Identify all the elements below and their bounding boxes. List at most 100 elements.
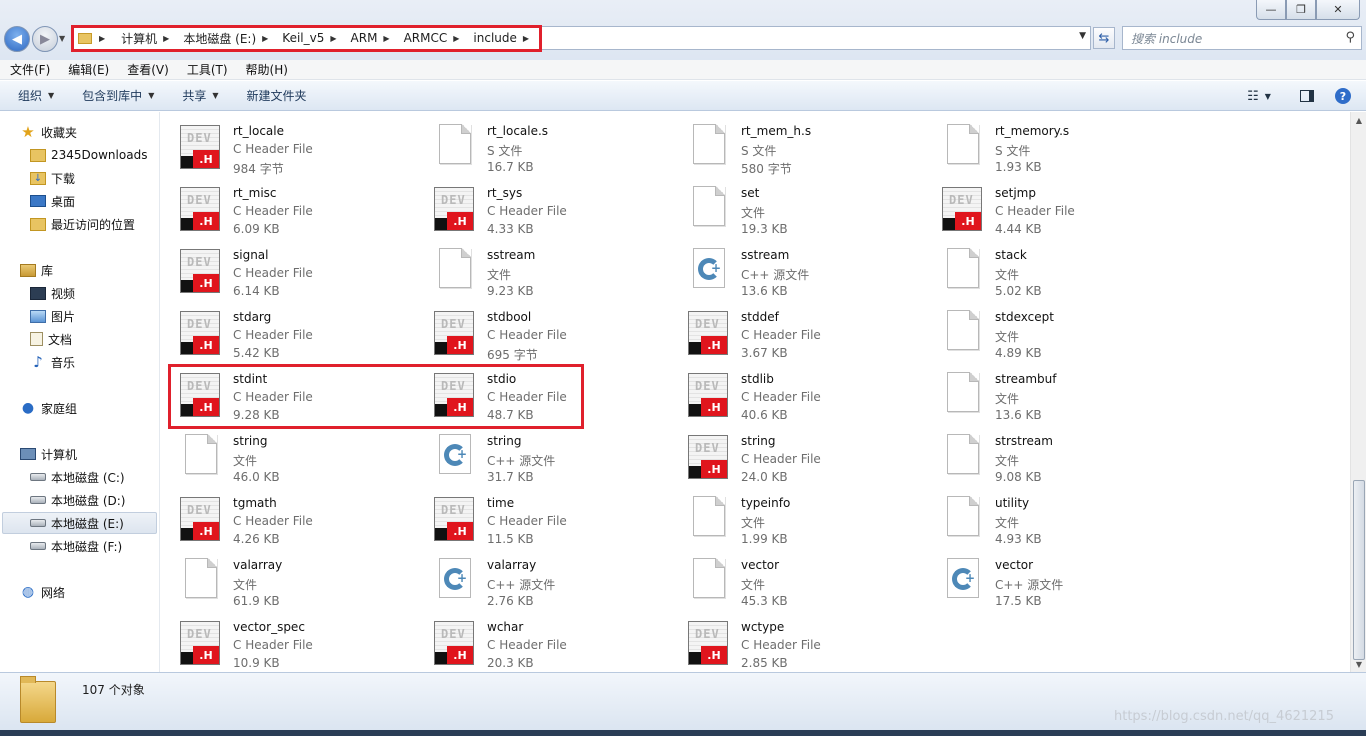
nav-pictures[interactable]: 图片 bbox=[30, 305, 75, 327]
breadcrumb-item[interactable]: ARMCC bbox=[401, 27, 451, 49]
file-item[interactable]: + string C++ 源文件 31.7 KB bbox=[419, 426, 673, 488]
nav-downloads[interactable]: ↓ 下载 bbox=[30, 167, 75, 189]
file-item[interactable]: DEV .H rt_sys C Header File 4.33 KB bbox=[419, 178, 673, 240]
menu-help[interactable]: 帮助(H) bbox=[236, 61, 296, 78]
file-item[interactable]: streambuf 文件 13.6 KB bbox=[927, 364, 1181, 426]
nav-music[interactable]: ♪ 音乐 bbox=[30, 351, 75, 373]
file-item[interactable]: DEV .H stdint C Header File 9.28 KB bbox=[165, 364, 419, 426]
refresh-button[interactable]: ⇆ bbox=[1093, 27, 1115, 49]
nav-network[interactable]: ◍ 网络 bbox=[20, 581, 65, 603]
menu-tools[interactable]: 工具(T) bbox=[177, 61, 236, 78]
back-button[interactable]: ◀ bbox=[4, 26, 30, 52]
file-item[interactable]: utility 文件 4.93 KB bbox=[927, 488, 1181, 550]
music-icon: ♪ bbox=[33, 353, 43, 371]
breadcrumb-root-arrow[interactable]: ▶ bbox=[96, 27, 118, 49]
breadcrumb-item[interactable]: ARM bbox=[348, 27, 381, 49]
file-item[interactable]: DEV .H vector_spec C Header File 10.9 KB bbox=[165, 612, 419, 672]
file-item[interactable]: DEV .H stdarg C Header File 5.42 KB bbox=[165, 302, 419, 364]
search-box[interactable]: 搜索 include ⚲ bbox=[1122, 26, 1362, 50]
file-type: 文件 bbox=[487, 268, 512, 282]
file-item[interactable]: DEV .H string C Header File 24.0 KB bbox=[673, 426, 927, 488]
address-dropdown[interactable]: ▼ bbox=[1079, 31, 1086, 41]
file-size: 11.5 KB bbox=[487, 532, 534, 546]
menu-file[interactable]: 文件(F) bbox=[0, 61, 58, 78]
nav-libraries[interactable]: 库 bbox=[20, 259, 53, 281]
address-bar[interactable]: ▶ 计算机 ▶ 本地磁盘 (E:) ▶ Keil_v5 ▶ ARM ▶ ARMC… bbox=[71, 26, 1091, 50]
scroll-up-button[interactable]: ▲ bbox=[1351, 112, 1366, 128]
breadcrumb-item[interactable]: 本地磁盘 (E:) bbox=[180, 27, 259, 49]
scroll-thumb[interactable] bbox=[1353, 480, 1365, 660]
maximize-button[interactable]: ❐ bbox=[1286, 0, 1316, 20]
file-item[interactable]: + vector C++ 源文件 17.5 KB bbox=[927, 550, 1181, 612]
share-button[interactable]: 共享 ▼ bbox=[164, 81, 228, 111]
search-input[interactable]: 搜索 include bbox=[1131, 30, 1202, 47]
new-folder-button[interactable]: 新建文件夹 bbox=[229, 81, 317, 111]
file-item[interactable]: stack 文件 5.02 KB bbox=[927, 240, 1181, 302]
menu-edit[interactable]: 编辑(E) bbox=[58, 61, 117, 78]
breadcrumb-separator[interactable]: ▶ bbox=[450, 27, 470, 49]
nav-drive-c[interactable]: 本地磁盘 (C:) bbox=[30, 466, 125, 488]
nav-desktop[interactable]: 桌面 bbox=[30, 190, 75, 212]
file-size: 1.99 KB bbox=[741, 532, 788, 546]
recent-pages-dropdown[interactable]: ▼ bbox=[59, 34, 65, 43]
file-item[interactable]: DEV .H stdbool C Header File 695 字节 bbox=[419, 302, 673, 364]
file-item[interactable]: DEV .H stddef C Header File 3.67 KB bbox=[673, 302, 927, 364]
menu-view[interactable]: 查看(V) bbox=[117, 61, 177, 78]
file-item[interactable]: + sstream C++ 源文件 13.6 KB bbox=[673, 240, 927, 302]
breadcrumb-item[interactable]: Keil_v5 bbox=[279, 27, 327, 49]
breadcrumb-separator[interactable]: ▶ bbox=[259, 27, 279, 49]
preview-pane-button[interactable] bbox=[1296, 86, 1318, 106]
file-item[interactable]: typeinfo 文件 1.99 KB bbox=[673, 488, 927, 550]
file-item[interactable]: DEV .H tgmath C Header File 4.26 KB bbox=[165, 488, 419, 550]
vertical-scrollbar[interactable]: ▲ ▼ bbox=[1350, 112, 1366, 672]
organize-button[interactable]: 组织 ▼ bbox=[0, 81, 64, 111]
file-item[interactable]: rt_memory.s S 文件 1.93 KB bbox=[927, 116, 1181, 178]
file-item[interactable]: DEV .H wctype C Header File 2.85 KB bbox=[673, 612, 927, 672]
forward-button[interactable]: ▶ bbox=[32, 26, 58, 52]
include-in-library-button[interactable]: 包含到库中 ▼ bbox=[64, 81, 164, 111]
file-item[interactable]: string 文件 46.0 KB bbox=[165, 426, 419, 488]
nav-drive-f[interactable]: 本地磁盘 (F:) bbox=[30, 535, 122, 557]
view-options-button[interactable]: ☷ ▼ bbox=[1242, 86, 1276, 106]
file-item[interactable]: DEV .H wchar C Header File 20.3 KB bbox=[419, 612, 673, 672]
file-item[interactable]: rt_mem_h.s S 文件 580 字节 bbox=[673, 116, 927, 178]
nav-documents[interactable]: 文档 bbox=[30, 328, 72, 350]
file-item[interactable]: + valarray C++ 源文件 2.76 KB bbox=[419, 550, 673, 612]
nav-videos[interactable]: 视频 bbox=[30, 282, 75, 304]
nav-homegroup[interactable]: ● 家庭组 bbox=[20, 397, 77, 419]
scroll-down-button[interactable]: ▼ bbox=[1351, 656, 1366, 672]
file-item[interactable]: strstream 文件 9.08 KB bbox=[927, 426, 1181, 488]
nav-computer[interactable]: 计算机 bbox=[20, 443, 77, 465]
file-item[interactable]: stdexcept 文件 4.89 KB bbox=[927, 302, 1181, 364]
file-type: C++ 源文件 bbox=[487, 454, 556, 468]
file-item[interactable]: DEV .H stdlib C Header File 40.6 KB bbox=[673, 364, 927, 426]
file-item[interactable]: rt_locale.s S 文件 16.7 KB bbox=[419, 116, 673, 178]
file-size: 984 字节 bbox=[233, 162, 284, 176]
breadcrumb-separator[interactable]: ▶ bbox=[327, 27, 347, 49]
nav-2345downloads[interactable]: 2345Downloads bbox=[30, 144, 147, 166]
file-item[interactable]: DEV .H stdio C Header File 48.7 KB bbox=[419, 364, 673, 426]
file-item[interactable]: sstream 文件 9.23 KB bbox=[419, 240, 673, 302]
file-item[interactable]: DEV .H time C Header File 11.5 KB bbox=[419, 488, 673, 550]
breadcrumb-separator[interactable]: ▶ bbox=[520, 27, 540, 49]
file-item[interactable]: vector 文件 45.3 KB bbox=[673, 550, 927, 612]
file-item[interactable]: set 文件 19.3 KB bbox=[673, 178, 927, 240]
help-button[interactable]: ? bbox=[1332, 86, 1354, 106]
nav-recent-places[interactable]: 最近访问的位置 bbox=[30, 213, 135, 235]
close-button[interactable]: ✕ bbox=[1316, 0, 1360, 20]
file-item[interactable]: DEV .H signal C Header File 6.14 KB bbox=[165, 240, 419, 302]
file-type: C++ 源文件 bbox=[741, 268, 810, 282]
minimize-button[interactable]: — bbox=[1256, 0, 1286, 20]
breadcrumb-separator[interactable]: ▶ bbox=[380, 27, 400, 49]
file-item[interactable]: DEV .H rt_misc C Header File 6.09 KB bbox=[165, 178, 419, 240]
search-icon[interactable]: ⚲ bbox=[1345, 30, 1355, 45]
nav-drive-e[interactable]: 本地磁盘 (E:) bbox=[2, 512, 157, 534]
file-item[interactable]: valarray 文件 61.9 KB bbox=[165, 550, 419, 612]
breadcrumb-separator[interactable]: ▶ bbox=[160, 27, 180, 49]
file-item[interactable]: DEV .H rt_locale C Header File 984 字节 bbox=[165, 116, 419, 178]
breadcrumb-item[interactable]: include bbox=[470, 27, 519, 49]
nav-favorites[interactable]: ★ 收藏夹 bbox=[20, 121, 77, 143]
nav-drive-d[interactable]: 本地磁盘 (D:) bbox=[30, 489, 125, 511]
file-item[interactable]: DEV .H setjmp C Header File 4.44 KB bbox=[927, 178, 1181, 240]
breadcrumb-item[interactable]: 计算机 bbox=[118, 27, 160, 49]
